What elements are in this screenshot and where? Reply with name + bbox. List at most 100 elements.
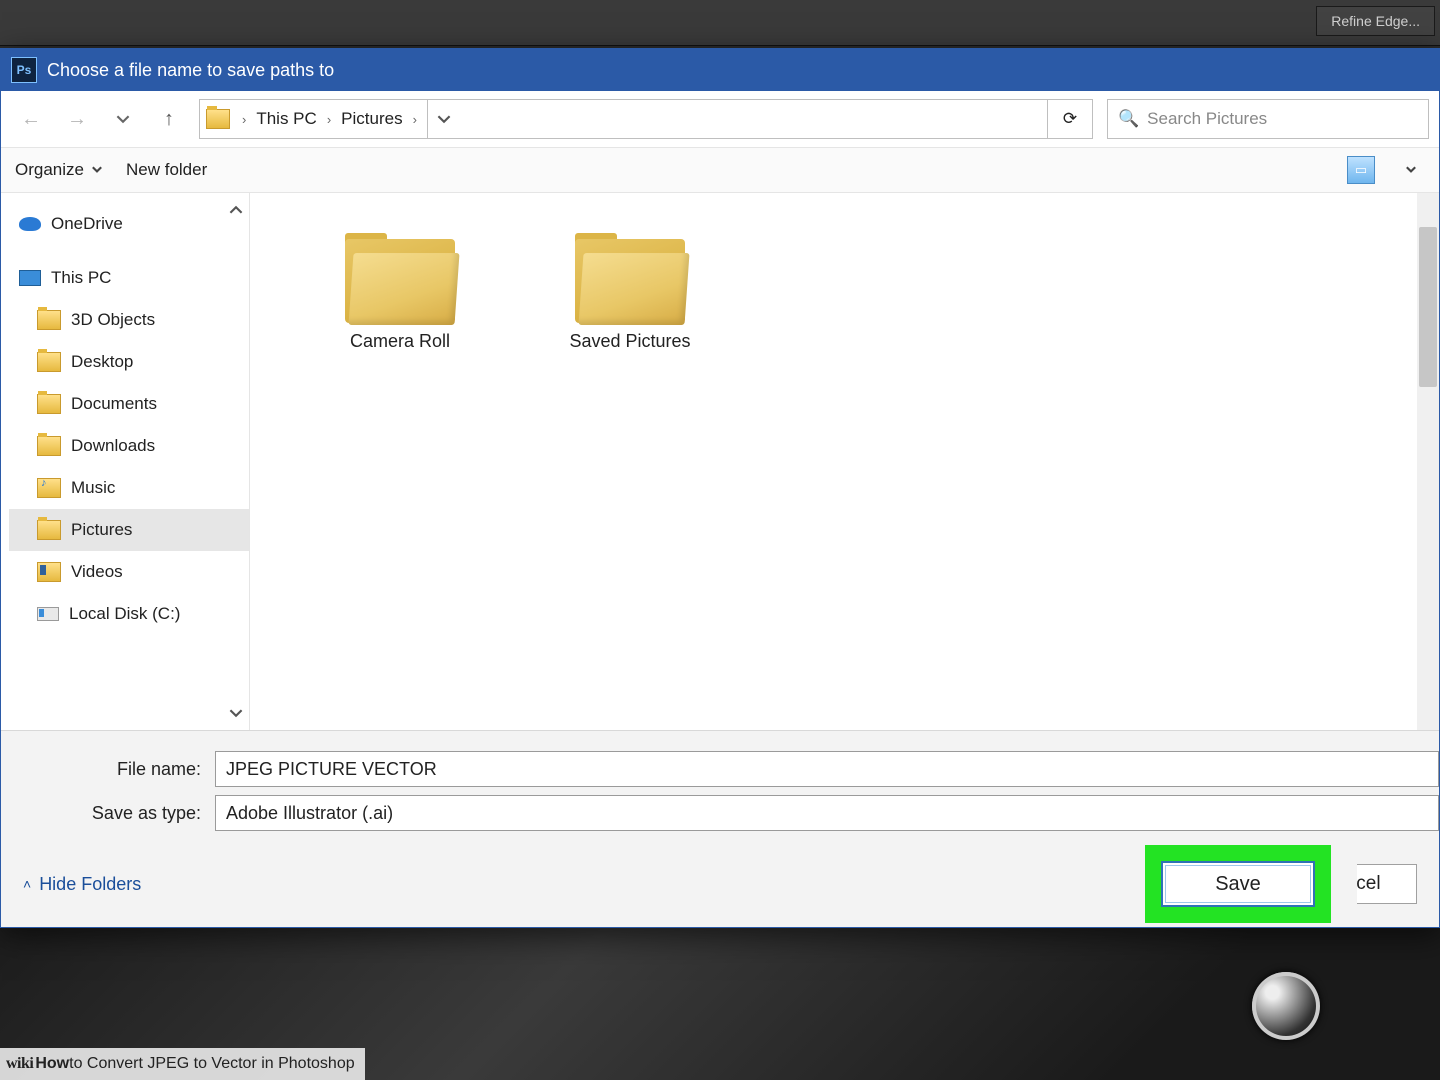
folder-label: Saved Pictures xyxy=(569,331,690,352)
sidebar-item-3d-objects[interactable]: 3D Objects xyxy=(9,299,249,341)
cancel-button[interactable]: Cancel xyxy=(1357,864,1417,904)
refine-edge-label: Refine Edge... xyxy=(1331,13,1420,29)
fields-area: File name: JPEG PICTURE VECTOR Save as t… xyxy=(1,730,1439,841)
main-area: OneDrive This PC 3D Objects Desktop Docu… xyxy=(1,193,1439,730)
new-folder-label: New folder xyxy=(126,160,207,179)
folder-item[interactable]: Saved Pictures xyxy=(550,233,710,352)
save-as-type-label: Save as type: xyxy=(1,803,215,824)
address-bar[interactable]: › This PC › Pictures › ⟳ xyxy=(199,99,1093,139)
folder-item[interactable]: Camera Roll xyxy=(320,233,480,352)
chevron-down-icon xyxy=(437,112,451,126)
nav-up-button[interactable]: ↑ xyxy=(153,103,185,135)
content-scrollbar[interactable] xyxy=(1417,193,1439,730)
sidebar-item-this-pc[interactable]: This PC xyxy=(9,257,249,299)
chevron-down-icon xyxy=(90,163,104,177)
folder-icon xyxy=(37,394,61,414)
search-icon: 🔍 xyxy=(1118,109,1139,129)
chevron-right-icon: › xyxy=(409,112,421,127)
photoshop-icon: Ps xyxy=(11,57,37,83)
organize-label: Organize xyxy=(15,160,84,180)
arrow-right-icon: → xyxy=(67,108,87,131)
search-input[interactable]: 🔍 Search Pictures xyxy=(1107,99,1429,139)
sidebar-item-pictures[interactable]: Pictures xyxy=(9,509,249,551)
cancel-button-label: Cancel xyxy=(1357,873,1381,895)
video-icon xyxy=(37,562,61,582)
folder-icon xyxy=(206,109,230,129)
tree-scroll-down[interactable] xyxy=(225,702,247,724)
folder-label: Camera Roll xyxy=(350,331,450,352)
address-dropdown[interactable] xyxy=(427,100,460,138)
organize-menu[interactable]: Organize xyxy=(15,160,104,180)
file-name-label: File name: xyxy=(1,759,215,780)
breadcrumb-item[interactable]: This PC xyxy=(256,109,316,129)
picture-icon: ▭ xyxy=(1355,162,1367,178)
sidebar-item-label: Music xyxy=(71,478,115,498)
wikihow-watermark: wiki How to Convert JPEG to Vector in Ph… xyxy=(0,1048,365,1080)
sidebar-item-documents[interactable]: Documents xyxy=(9,383,249,425)
sidebar-item-label: Desktop xyxy=(71,352,133,372)
arrow-up-icon: ↑ xyxy=(164,108,174,131)
nav-back-button[interactable]: ← xyxy=(15,103,47,135)
scrollbar-thumb[interactable] xyxy=(1419,227,1437,387)
tree-scroll-up[interactable] xyxy=(225,199,247,221)
nav-recent-dropdown[interactable] xyxy=(107,103,139,135)
watermark-rest: to Convert JPEG to Vector in Photoshop xyxy=(69,1055,355,1073)
sidebar-item-music[interactable]: Music xyxy=(9,467,249,509)
save-button[interactable]: Save xyxy=(1161,861,1315,907)
dialog-footer: ˄ Hide Folders Save Cancel xyxy=(1,841,1439,927)
folder-icon xyxy=(37,520,61,540)
arrow-left-icon: ← xyxy=(21,108,41,131)
sidebar-item-label: Videos xyxy=(71,562,123,582)
sidebar-item-onedrive[interactable]: OneDrive xyxy=(9,203,249,245)
save-as-type-select[interactable]: Adobe Illustrator (.ai) xyxy=(215,795,1439,831)
folder-contents[interactable]: Camera Roll Saved Pictures xyxy=(250,193,1439,730)
save-as-type-value: Adobe Illustrator (.ai) xyxy=(226,803,393,824)
sidebar-item-label: 3D Objects xyxy=(71,310,155,330)
folder-icon xyxy=(575,233,685,323)
dialog-titlebar: Ps Choose a file name to save paths to xyxy=(1,49,1439,91)
chevron-down-icon xyxy=(116,112,130,126)
chevron-right-icon: › xyxy=(238,112,250,127)
monitor-icon xyxy=(19,270,41,286)
folder-icon xyxy=(37,310,61,330)
save-highlight: Save xyxy=(1145,845,1331,923)
refine-edge-panel[interactable]: Refine Edge... xyxy=(1316,6,1435,36)
folder-icon xyxy=(345,233,455,323)
sidebar-item-label: Downloads xyxy=(71,436,155,456)
sidebar-item-local-disk[interactable]: Local Disk (C:) xyxy=(9,593,249,635)
sidebar-item-label: Local Disk (C:) xyxy=(69,604,180,624)
file-name-input[interactable]: JPEG PICTURE VECTOR xyxy=(215,751,1439,787)
search-placeholder: Search Pictures xyxy=(1147,109,1267,129)
nav-row: ← → ↑ › This PC › Pictures › ⟳ 🔍 S xyxy=(1,91,1439,148)
view-mode-button[interactable]: ▭ xyxy=(1347,156,1375,184)
refresh-button[interactable]: ⟳ xyxy=(1047,100,1092,138)
sidebar-item-label: This PC xyxy=(51,268,111,288)
hide-folders-toggle[interactable]: ˄ Hide Folders xyxy=(23,874,141,895)
sidebar-item-label: Documents xyxy=(71,394,157,414)
new-folder-button[interactable]: New folder xyxy=(126,160,207,180)
photoshop-toolbar: Refine Edge... xyxy=(0,0,1440,46)
folder-icon xyxy=(37,436,61,456)
folder-icon xyxy=(37,352,61,372)
sidebar-item-label: Pictures xyxy=(71,520,132,540)
chevron-up-icon xyxy=(229,203,243,217)
sidebar-tree[interactable]: OneDrive This PC 3D Objects Desktop Docu… xyxy=(1,193,250,730)
watermark-prefix: wiki xyxy=(6,1055,33,1073)
sidebar-item-label: OneDrive xyxy=(51,214,123,234)
drive-icon xyxy=(37,607,59,621)
breadcrumb-item[interactable]: Pictures xyxy=(341,109,402,129)
music-icon xyxy=(37,478,61,498)
sidebar-item-videos[interactable]: Videos xyxy=(9,551,249,593)
chevron-up-icon: ˄ xyxy=(23,876,31,892)
chevron-right-icon: › xyxy=(323,112,335,127)
hide-folders-label: Hide Folders xyxy=(39,874,141,895)
save-button-label: Save xyxy=(1215,873,1261,896)
sidebar-item-downloads[interactable]: Downloads xyxy=(9,425,249,467)
nav-forward-button[interactable]: → xyxy=(61,103,93,135)
sidebar-item-desktop[interactable]: Desktop xyxy=(9,341,249,383)
view-mode-dropdown[interactable] xyxy=(1397,156,1425,184)
dialog-title: Choose a file name to save paths to xyxy=(47,60,334,81)
chevron-down-icon xyxy=(1404,163,1418,177)
cloud-icon xyxy=(19,217,41,231)
file-name-value: JPEG PICTURE VECTOR xyxy=(226,759,437,780)
